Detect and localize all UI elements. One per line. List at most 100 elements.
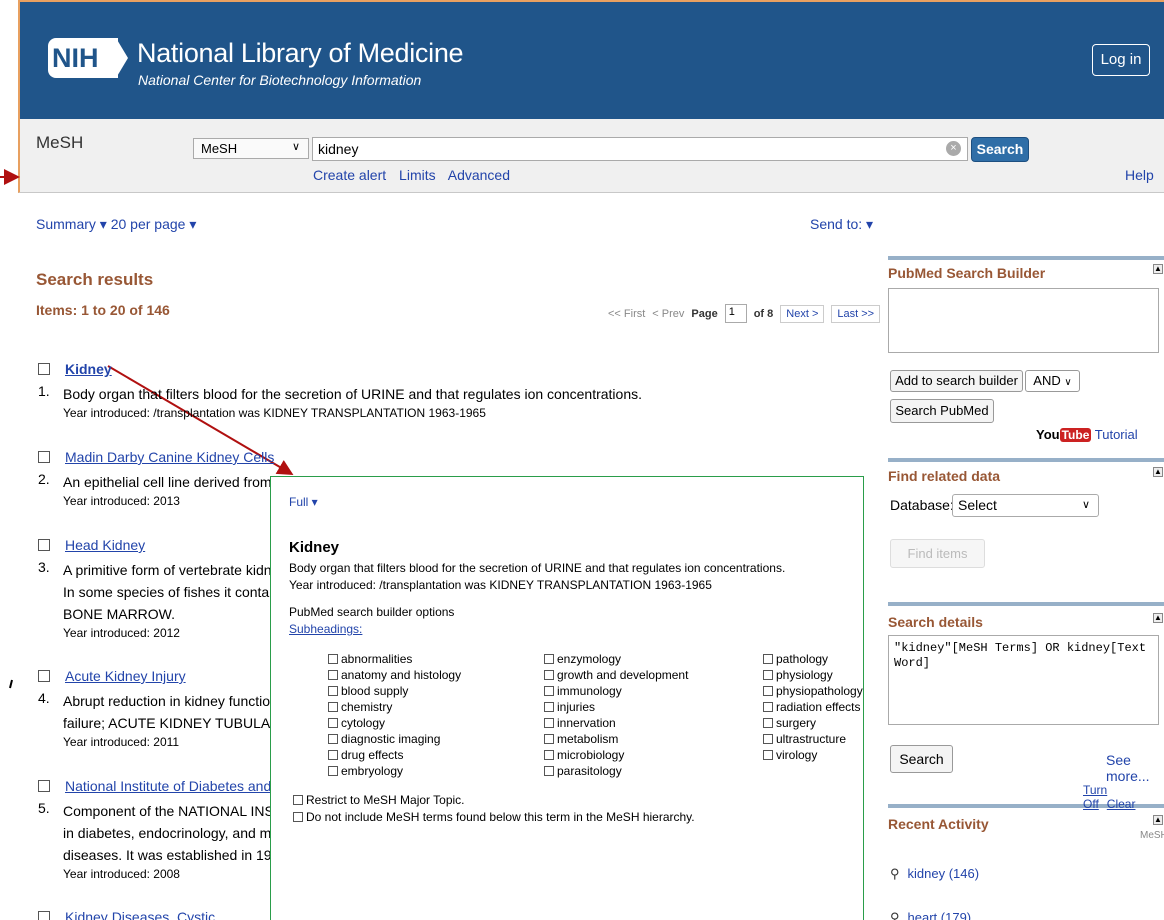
- subheading-option[interactable]: embryology: [328, 764, 403, 778]
- search-details-search-button[interactable]: Search: [890, 745, 953, 773]
- result-title-link[interactable]: Kidney: [65, 361, 112, 377]
- subheading-checkbox[interactable]: [328, 702, 338, 712]
- subheading-option[interactable]: growth and development: [544, 668, 688, 682]
- result-checkbox[interactable]: [38, 363, 50, 375]
- annotation-mark: [9, 679, 13, 689]
- subheading-option[interactable]: physiopathology: [763, 684, 863, 698]
- subheading-option[interactable]: cytology: [328, 716, 385, 730]
- subheading-option[interactable]: drug effects: [328, 748, 403, 762]
- result-year: Year introduced: 2012: [63, 626, 180, 640]
- subheading-option[interactable]: physiology: [763, 668, 833, 682]
- popup-term-title: Kidney: [289, 539, 340, 556]
- subheading-option[interactable]: surgery: [763, 716, 816, 730]
- subheading-option[interactable]: parasitology: [544, 764, 622, 778]
- subheading-option[interactable]: anatomy and histology: [328, 668, 461, 682]
- add-to-search-builder-button[interactable]: Add to search builder: [890, 370, 1023, 392]
- youtube-tutorial-link[interactable]: You Tube Tutorial: [1036, 427, 1138, 442]
- subheading-checkbox[interactable]: [328, 766, 338, 776]
- youtube-tube-logo: Tube: [1059, 428, 1092, 442]
- collapse-icon[interactable]: ▲: [1153, 613, 1163, 623]
- recent-activity-item[interactable]: ⚲ heart (179): [890, 910, 971, 920]
- exclude-below-option[interactable]: Do not include MeSH terms found below th…: [293, 810, 695, 824]
- next-page-link[interactable]: Next >: [780, 304, 825, 323]
- subheading-option[interactable]: radiation effects: [763, 700, 861, 714]
- full-format-menu[interactable]: Full ▾: [289, 495, 318, 509]
- subheading-option[interactable]: ultrastructure: [763, 732, 846, 746]
- subheading-checkbox[interactable]: [328, 654, 338, 664]
- subheading-option[interactable]: diagnostic imaging: [328, 732, 440, 746]
- subheading-option[interactable]: pathology: [763, 652, 828, 666]
- subheading-checkbox[interactable]: [544, 750, 554, 760]
- subheading-checkbox[interactable]: [763, 718, 773, 728]
- subheading-checkbox[interactable]: [544, 766, 554, 776]
- prev-page-link[interactable]: < Prev: [652, 308, 684, 320]
- subheading-checkbox[interactable]: [763, 686, 773, 696]
- collapse-icon[interactable]: ▲: [1153, 467, 1163, 477]
- collapse-icon[interactable]: ▲: [1153, 815, 1163, 825]
- subheading-option[interactable]: innervation: [544, 716, 616, 730]
- turn-off-link[interactable]: Turn Off: [1083, 783, 1107, 811]
- tutorial-label: Tutorial: [1094, 427, 1138, 442]
- subheading-checkbox[interactable]: [544, 702, 554, 712]
- chevron-down-icon: ∨: [1081, 499, 1090, 511]
- subheading-checkbox[interactable]: [763, 734, 773, 744]
- last-page-link[interactable]: Last >>: [831, 304, 881, 323]
- subheading-checkbox[interactable]: [544, 670, 554, 680]
- page-number-input[interactable]: 1: [724, 304, 747, 323]
- restrict-major-topic-checkbox[interactable]: [293, 795, 303, 805]
- subheading-checkbox[interactable]: [544, 686, 554, 696]
- result-title-link[interactable]: Head Kidney: [65, 537, 145, 553]
- subheading-checkbox[interactable]: [763, 750, 773, 760]
- result-checkbox[interactable]: [38, 780, 50, 792]
- subheading-option[interactable]: abnormalities: [328, 652, 412, 666]
- subheading-checkbox[interactable]: [328, 718, 338, 728]
- subheading-option[interactable]: metabolism: [544, 732, 618, 746]
- search-builder-textarea[interactable]: [888, 288, 1159, 353]
- subheading-checkbox[interactable]: [328, 734, 338, 744]
- collapse-icon[interactable]: ▲: [1153, 264, 1163, 274]
- subheading-option[interactable]: injuries: [544, 700, 595, 714]
- find-items-button[interactable]: Find items: [890, 539, 985, 568]
- recent-activity-item[interactable]: ⚲ kidney (146): [890, 866, 979, 882]
- subheading-checkbox[interactable]: [328, 750, 338, 760]
- result-title-link[interactable]: Acute Kidney Injury: [65, 668, 186, 684]
- youtube-you-logo: You: [1036, 427, 1060, 442]
- result-title-link[interactable]: Kidney Diseases, Cystic: [65, 909, 215, 920]
- subheading-checkbox[interactable]: [328, 686, 338, 696]
- subheading-option[interactable]: immunology: [544, 684, 622, 698]
- see-more-link[interactable]: See more...: [1106, 752, 1164, 784]
- send-to-menu[interactable]: Send to: ▾: [810, 216, 873, 233]
- boolean-operator-select[interactable]: AND ∨: [1025, 370, 1080, 392]
- subheading-option[interactable]: chemistry: [328, 700, 392, 714]
- clear-link[interactable]: Clear: [1107, 797, 1136, 811]
- subheading-option[interactable]: virology: [763, 748, 817, 762]
- summary-format-menu[interactable]: Summary ▾ 20 per page ▾: [36, 216, 196, 233]
- related-database-value: Select: [958, 497, 997, 513]
- subheading-checkbox[interactable]: [544, 734, 554, 744]
- subheadings-link[interactable]: Subheadings:: [289, 622, 362, 636]
- result-title-link[interactable]: National Institute of Diabetes and …: [65, 778, 289, 794]
- search-pubmed-button[interactable]: Search PubMed: [890, 399, 994, 423]
- subheading-option[interactable]: blood supply: [328, 684, 408, 698]
- restrict-major-topic-option[interactable]: Restrict to MeSH Major Topic.: [293, 793, 465, 807]
- related-database-select[interactable]: Select ∨: [952, 494, 1099, 517]
- first-page-link[interactable]: << First: [608, 308, 645, 320]
- exclude-below-checkbox[interactable]: [293, 812, 303, 822]
- sidebar-divider: [888, 602, 1164, 606]
- result-checkbox[interactable]: [38, 911, 50, 920]
- pubmed-search-builder-title: PubMed Search Builder: [888, 265, 1046, 281]
- recent-activity-links: Turn Off Clear: [1083, 783, 1164, 811]
- subheading-option[interactable]: microbiology: [544, 748, 624, 762]
- subheading-option[interactable]: enzymology: [544, 652, 621, 666]
- search-details-textarea[interactable]: "kidney"[MeSH Terms] OR kidney[Text Word…: [888, 635, 1159, 725]
- subheading-checkbox[interactable]: [763, 702, 773, 712]
- subheading-checkbox[interactable]: [328, 670, 338, 680]
- subheading-checkbox[interactable]: [544, 654, 554, 664]
- result-checkbox[interactable]: [38, 670, 50, 682]
- subheading-checkbox[interactable]: [544, 718, 554, 728]
- subheading-checkbox[interactable]: [763, 670, 773, 680]
- result-checkbox[interactable]: [38, 539, 50, 551]
- result-checkbox[interactable]: [38, 451, 50, 463]
- subheading-checkbox[interactable]: [763, 654, 773, 664]
- result-title-link[interactable]: Madin Darby Canine Kidney Cells: [65, 449, 274, 465]
